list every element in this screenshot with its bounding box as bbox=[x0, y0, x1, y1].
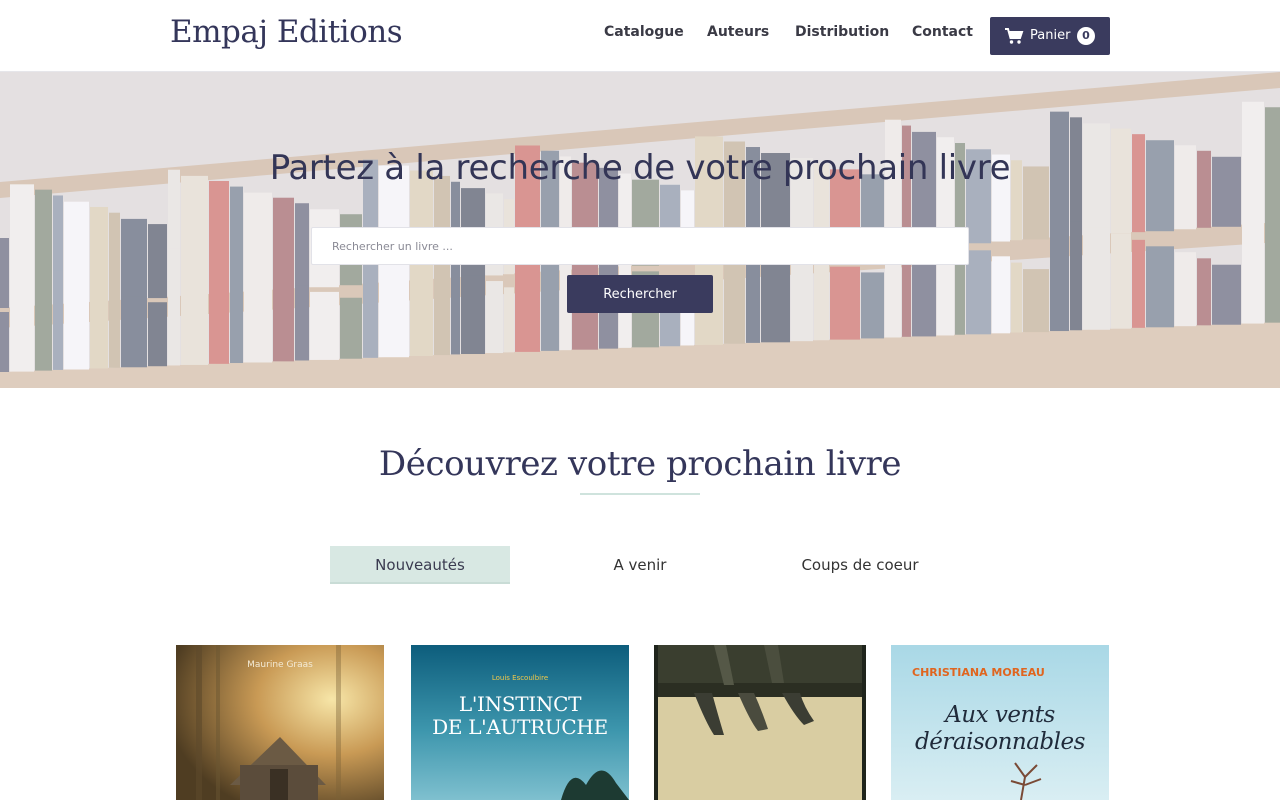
book-4-title: Aux vents déraisonnables bbox=[915, 702, 1085, 755]
tab-coups-de-coeur[interactable]: Coups de coeur bbox=[770, 546, 950, 584]
book-cover-2[interactable]: Louis Escoulbire L'INSTINCT DE L'AUTRUCHE bbox=[411, 645, 629, 800]
site-header: Empaj Editions Catalogue Auteurs Distrib… bbox=[0, 0, 1280, 72]
tab-nouveautes[interactable]: Nouveautés bbox=[330, 546, 510, 584]
book-cover-3[interactable] bbox=[654, 645, 866, 800]
search-button[interactable]: Rechercher bbox=[567, 275, 713, 313]
nav-distribution[interactable]: Distribution bbox=[795, 24, 889, 40]
book-cover-3-image bbox=[654, 645, 866, 800]
book-cover-1[interactable]: Maurine Graas bbox=[176, 645, 384, 800]
tab-a-venir[interactable]: A venir bbox=[560, 546, 720, 584]
hero-title: Partez à la recherche de votre prochain … bbox=[269, 148, 1011, 188]
book-4-author: CHRISTIANA MOREAU bbox=[912, 666, 1045, 679]
section-title: Découvrez votre prochain livre bbox=[378, 444, 902, 484]
hero-banner: Partez à la recherche de votre prochain … bbox=[0, 72, 1280, 388]
book-2-author: Louis Escoulbire bbox=[491, 674, 549, 682]
section-title-underline bbox=[580, 493, 700, 495]
nav-catalogue[interactable]: Catalogue bbox=[604, 24, 684, 40]
book-1-author: Maurine Graas bbox=[247, 660, 313, 670]
brand-logo[interactable]: Empaj Editions bbox=[170, 14, 403, 50]
cart-count-badge: 0 bbox=[1077, 27, 1095, 45]
search-input[interactable] bbox=[311, 227, 969, 265]
book-2-title: L'INSTINCT DE L'AUTRUCHE bbox=[432, 692, 608, 739]
cart-label: Panier bbox=[1030, 28, 1071, 43]
nav-contact[interactable]: Contact bbox=[912, 24, 973, 40]
shopping-cart-icon bbox=[1005, 28, 1024, 44]
nav-auteurs[interactable]: Auteurs bbox=[707, 24, 769, 40]
cart-button[interactable]: Panier 0 bbox=[990, 17, 1110, 55]
book-cover-4[interactable]: CHRISTIANA MOREAU Aux vents déraisonnable… bbox=[891, 645, 1109, 800]
